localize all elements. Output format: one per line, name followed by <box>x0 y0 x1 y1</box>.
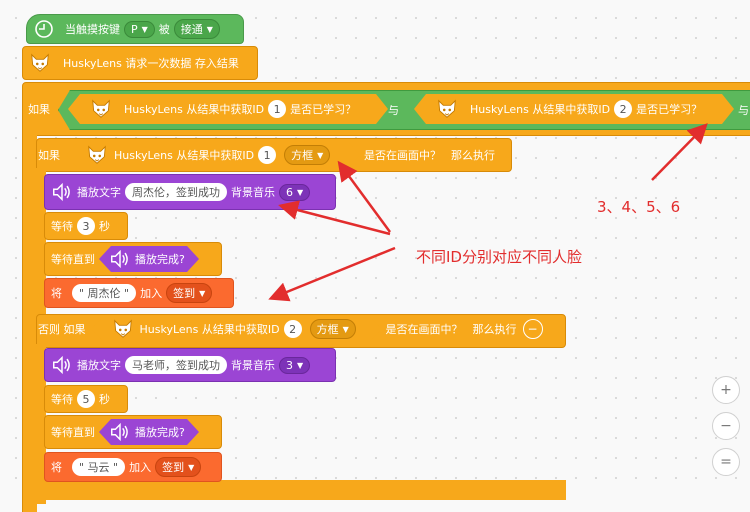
zoom-in-button[interactable]: + <box>712 376 740 404</box>
annotation-faces: 不同ID分别对应不同人脸 <box>416 248 582 266</box>
zoom-in-icon: + <box>720 382 732 398</box>
zoom-reset-button[interactable]: = <box>712 448 740 476</box>
zoom-reset-icon: = <box>720 454 732 470</box>
zoom-out-button[interactable]: − <box>712 412 740 440</box>
arrow-to-id-input <box>651 123 708 181</box>
annotation-ids: 3、4、5、6 <box>597 198 681 216</box>
arrow-to-add-list <box>268 246 396 302</box>
zoom-out-icon: − <box>720 418 732 434</box>
annotation-arrows <box>268 123 708 302</box>
